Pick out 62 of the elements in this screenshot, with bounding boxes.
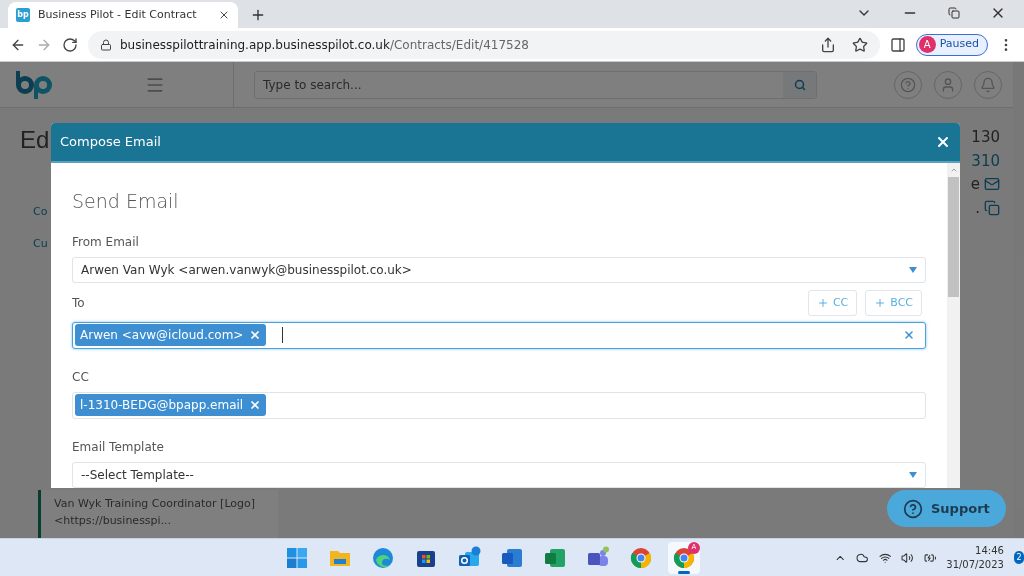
chrome-icon[interactable] <box>672 545 696 570</box>
cc-field[interactable]: l-1310-BEDG@bpapp.email <box>72 391 926 419</box>
chrome-icon[interactable] <box>629 545 653 570</box>
active-indicator <box>678 570 690 574</box>
lock-icon <box>100 38 112 51</box>
clock[interactable]: 14:46 31/07/2023 <box>946 543 1004 572</box>
bookmark-icon[interactable] <box>851 36 868 53</box>
close-icon[interactable] <box>935 134 951 150</box>
recipient-chip[interactable]: Arwen <avw@icloud.com> <box>75 324 267 347</box>
avatar: A <box>918 36 936 53</box>
new-tab-icon[interactable] <box>250 7 266 23</box>
field-label: CC <box>72 368 90 386</box>
text-cursor <box>282 327 284 344</box>
profile-button[interactable]: A Paused <box>915 33 988 56</box>
field-label: From Email <box>72 233 140 251</box>
user-icon <box>940 76 956 93</box>
field-label: Email Template <box>72 438 165 456</box>
search-icon <box>793 78 806 91</box>
tab-title: Business Pilot - Edit Contract <box>38 6 198 23</box>
help-icon <box>900 76 916 93</box>
mail-icon[interactable] <box>984 176 1000 193</box>
reference-number: 130 <box>971 127 1000 148</box>
dropdown-caret <box>909 471 917 478</box>
add-recipient-button[interactable]: BCC <box>865 289 922 316</box>
clear-icon[interactable] <box>903 329 915 342</box>
address-bar[interactable]: businesspilottraining.app.businesspilot.co.uk/Contracts/Edit/417528 <box>88 30 880 59</box>
template-select[interactable]: --Select Template-- <box>72 461 926 488</box>
dialog-title: Compose Email <box>60 133 162 152</box>
browser-tab[interactable]: bp Business Pilot - Edit Contract <box>8 2 238 28</box>
share-icon[interactable] <box>819 36 836 53</box>
copy-icon[interactable] <box>984 199 1000 216</box>
field-label: To <box>72 294 86 312</box>
text-ellipsis: . <box>975 197 980 219</box>
email-text: e <box>970 174 980 195</box>
bell-icon <box>980 76 996 93</box>
url-text: businesspilottraining.app.businesspilot.co.uk/Contracts/Edit/417528 <box>120 36 529 54</box>
close-tab-icon[interactable] <box>218 9 230 21</box>
from-email-select[interactable]: Arwen Van Wyk <arwen.vanwyk@businesspilot.co.uk> <box>72 256 926 283</box>
note-text: <https://businesspi... <box>54 512 173 529</box>
side-panel-icon[interactable] <box>889 36 906 53</box>
restore-icon[interactable] <box>948 7 960 19</box>
add-recipient-button[interactable]: CC <box>807 289 858 316</box>
dropdown-caret <box>909 266 917 273</box>
recipient-field[interactable]: Arwen <avw@icloud.com> <box>72 321 926 349</box>
scrollbar[interactable] <box>947 163 960 488</box>
remove-icon[interactable] <box>249 399 262 412</box>
support-button[interactable]: Support <box>887 490 1006 527</box>
windows-icon[interactable] <box>285 545 309 570</box>
note-text: Van Wyk Training Coordinator [Logo] <box>54 496 257 512</box>
site-logo: bp <box>16 8 30 22</box>
edge-icon[interactable] <box>371 545 395 570</box>
reload-icon[interactable] <box>62 36 78 53</box>
help-icon <box>903 498 923 519</box>
plus-icon <box>816 296 829 309</box>
notification-count[interactable]: 2 <box>1013 551 1024 564</box>
reference-number[interactable]: 310 <box>971 149 1000 172</box>
page-title: Ed <box>20 128 50 152</box>
remove-icon[interactable] <box>249 329 262 342</box>
plus-icon <box>874 296 887 309</box>
search-field[interactable]: Type to search... <box>254 70 817 99</box>
section-heading: Send Email <box>72 189 180 214</box>
recipient-chip[interactable]: l-1310-BEDG@bpapp.email <box>75 394 267 417</box>
